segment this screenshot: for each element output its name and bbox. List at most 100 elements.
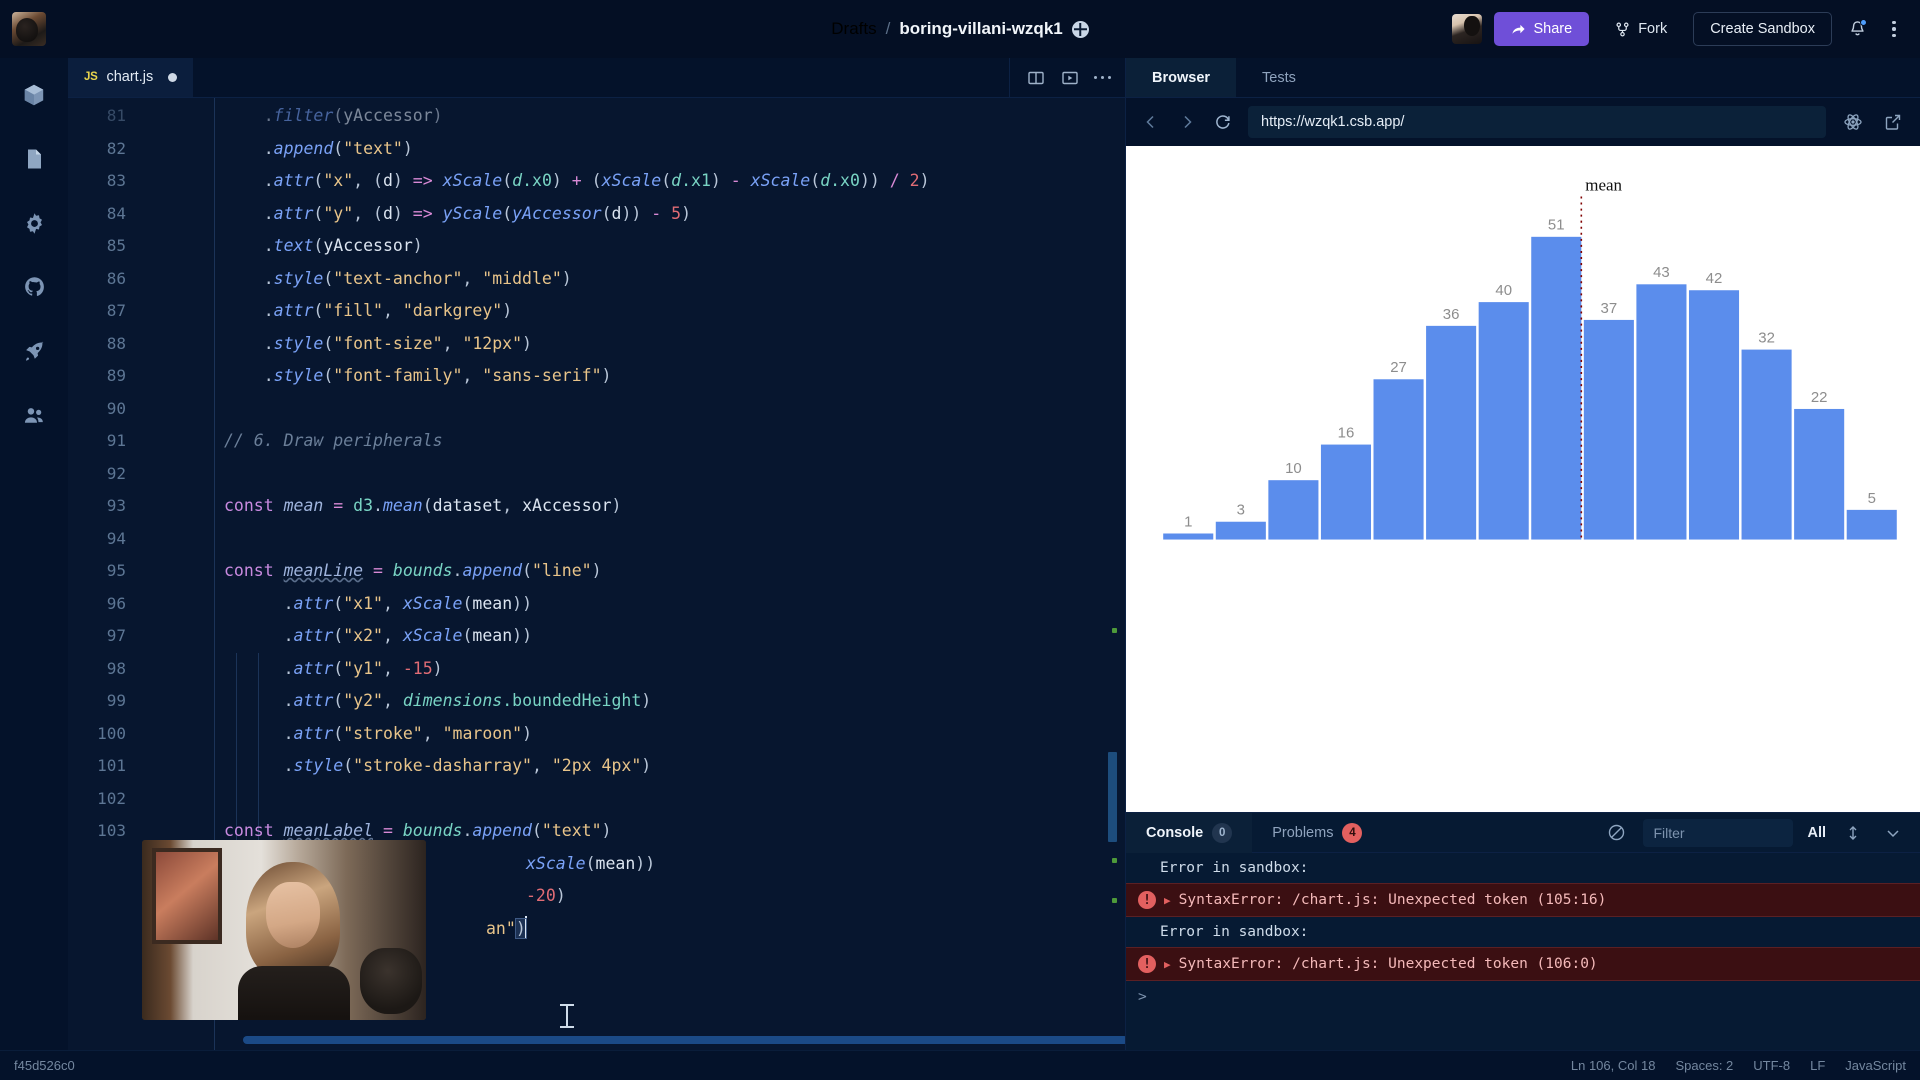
sidebar-item-deploy[interactable] <box>19 336 49 366</box>
line-number: 94 <box>68 523 146 556</box>
more-options-button[interactable] <box>1882 16 1906 42</box>
header-actions: Share Fork Create Sandbox <box>1452 12 1920 46</box>
scrollbar-thumb[interactable] <box>243 1036 1125 1044</box>
code-editor[interactable]: 81 .filter(yAccessor) 82 .append("text")… <box>68 98 1125 1050</box>
create-sandbox-label: Create Sandbox <box>1710 21 1815 37</box>
tab-chart-js[interactable]: JS chart.js <box>68 58 193 97</box>
bar-value-label: 43 <box>1653 264 1670 281</box>
console-entry-error[interactable]: ! ▶ SyntaxError: /chart.js: Unexpected t… <box>1126 883 1920 917</box>
status-commit[interactable]: f45d526c0 <box>14 1058 75 1073</box>
console-log[interactable]: Error in sandbox: ! ▶ SyntaxError: /char… <box>1126 853 1920 1050</box>
browser-viewport[interactable]: 1310162736405137434232225mean <box>1126 146 1920 812</box>
url-input[interactable]: https://wzqk1.csb.app/ <box>1248 106 1826 138</box>
bar <box>1268 480 1318 539</box>
bar-value-label: 36 <box>1443 306 1460 323</box>
browser-forward-button[interactable] <box>1176 111 1198 133</box>
user-avatar[interactable] <box>1452 14 1482 44</box>
webcam-overlay[interactable] <box>142 840 426 1020</box>
browser-back-button[interactable] <box>1140 111 1162 133</box>
console-panel: Console 0 Problems 4 <box>1126 812 1920 1050</box>
line-number <box>68 913 146 946</box>
bar-value-label: 51 <box>1548 217 1565 234</box>
console-level-select[interactable]: All <box>1807 825 1826 841</box>
notifications-button[interactable] <box>1844 16 1870 42</box>
tab-problems[interactable]: Problems 4 <box>1252 813 1382 853</box>
console-actions: Filter All <box>1603 819 1920 847</box>
chevron-down-icon <box>1885 825 1901 841</box>
line-number: 102 <box>68 783 146 816</box>
code-line: 89 .style("font-family", "sans-serif") <box>68 360 1125 393</box>
tab-browser[interactable]: Browser <box>1126 58 1236 97</box>
cursor-serif-top <box>560 1004 574 1006</box>
js-file-icon: JS <box>84 71 97 83</box>
share-arrow-icon <box>1511 22 1526 37</box>
sidebar-item-sandbox-explorer[interactable] <box>19 80 49 110</box>
editor-tab-actions <box>1009 58 1126 97</box>
code-lines: 81 .filter(yAccessor) 82 .append("text")… <box>68 98 1125 945</box>
console-entry-error[interactable]: ! ▶ SyntaxError: /chart.js: Unexpected t… <box>1126 947 1920 981</box>
dot <box>1892 21 1896 25</box>
expand-arrow-icon[interactable]: ▶ <box>1164 894 1171 907</box>
console-entry: Error in sandbox: <box>1126 917 1920 947</box>
cube-icon <box>21 82 47 108</box>
change-mark <box>1112 858 1117 863</box>
bar <box>1479 302 1529 539</box>
bar <box>1689 290 1739 539</box>
open-external-icon[interactable] <box>1880 109 1906 135</box>
horizontal-scrollbar[interactable] <box>68 1036 1125 1044</box>
tab-tests[interactable]: Tests <box>1236 58 1322 97</box>
console-collapse-button[interactable] <box>1880 820 1906 846</box>
bar <box>1794 409 1844 540</box>
line-number: 101 <box>68 750 146 783</box>
browser-reload-button[interactable] <box>1212 111 1234 133</box>
external-link-glyph <box>1884 113 1902 131</box>
sidebar-item-live-collaboration[interactable] <box>19 400 49 430</box>
sandbox-title[interactable]: boring-villani-wzqk1 <box>899 19 1062 39</box>
sidebar-item-settings[interactable] <box>19 208 49 238</box>
console-sort-icon[interactable] <box>1840 820 1866 846</box>
status-right: Ln 106, Col 18 Spaces: 2 UTF-8 LF JavaSc… <box>1571 1058 1906 1073</box>
bar-value-label: 1 <box>1184 513 1192 530</box>
status-indentation[interactable]: Spaces: 2 <box>1675 1058 1733 1073</box>
prompt-caret-icon: > <box>1138 989 1147 1005</box>
expand-arrow-icon[interactable]: ▶ <box>1164 958 1171 971</box>
preview-column: Browser Tests http <box>1125 58 1920 1050</box>
status-encoding[interactable]: UTF-8 <box>1753 1058 1790 1073</box>
code-line: 86 .style("text-anchor", "middle") <box>68 263 1125 296</box>
workspace-avatar[interactable] <box>12 12 46 46</box>
console-filter-input[interactable]: Filter <box>1643 819 1793 847</box>
preview-icon[interactable] <box>1060 68 1080 88</box>
tab-console[interactable]: Console 0 <box>1126 813 1252 853</box>
console-entry-text: Error in sandbox: <box>1160 924 1308 940</box>
editor-tabbar: JS chart.js <box>68 58 1125 98</box>
viewport-mark <box>1108 752 1117 842</box>
console-input-prompt[interactable]: > <box>1126 981 1920 1013</box>
unsaved-indicator[interactable] <box>168 73 177 82</box>
react-devtools-icon[interactable] <box>1840 109 1866 135</box>
share-button[interactable]: Share <box>1494 12 1590 46</box>
fork-button[interactable]: Fork <box>1601 12 1681 46</box>
status-language[interactable]: JavaScript <box>1845 1058 1906 1073</box>
cursor-serif-bottom <box>560 1026 574 1028</box>
codesandbox-app: Drafts / boring-villani-wzqk1 Share <box>0 0 1920 1080</box>
breadcrumb-drafts[interactable]: Drafts <box>831 19 876 39</box>
split-editor-icon[interactable] <box>1026 68 1046 88</box>
code-line: 81 .filter(yAccessor) <box>68 100 1125 133</box>
status-cursor-position[interactable]: Ln 106, Col 18 <box>1571 1058 1656 1073</box>
mouse-cursor <box>566 1006 568 1028</box>
create-sandbox-button[interactable]: Create Sandbox <box>1693 12 1832 46</box>
problems-count-badge: 4 <box>1342 823 1362 843</box>
clear-console-button[interactable] <box>1603 820 1629 846</box>
tab-tests-label: Tests <box>1262 70 1296 86</box>
dog <box>360 948 422 1014</box>
line-content: .style("text-anchor", "middle") <box>146 263 572 296</box>
sidebar-item-github[interactable] <box>19 272 49 302</box>
status-eol[interactable]: LF <box>1810 1058 1825 1073</box>
sidebar-item-files[interactable] <box>19 144 49 174</box>
filter-placeholder: Filter <box>1653 825 1684 841</box>
line-number: 82 <box>68 133 146 166</box>
bar-value-label: 5 <box>1868 490 1876 507</box>
line-content: .attr("y1", -15) <box>146 653 443 686</box>
globe-icon <box>1072 21 1089 38</box>
editor-more-icon[interactable] <box>1094 76 1112 80</box>
